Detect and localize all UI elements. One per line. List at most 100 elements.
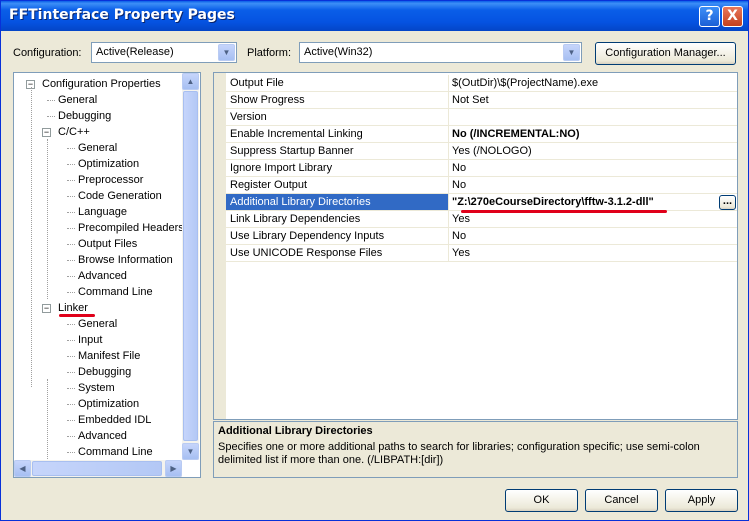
tree-item[interactable]: General: [78, 140, 117, 156]
tree-connector: [67, 148, 75, 149]
tree-connector: [67, 356, 75, 357]
platform-dropdown[interactable]: Active(Win32) ▼: [299, 42, 582, 63]
scroll-up-icon[interactable]: ▲: [182, 73, 199, 90]
scroll-down-icon[interactable]: ▼: [182, 443, 199, 460]
column-divider: [448, 109, 449, 126]
tree-item[interactable]: Manifest File: [78, 348, 140, 364]
configuration-label: Configuration:: [13, 47, 82, 59]
scroll-left-icon[interactable]: ◀: [14, 460, 31, 477]
tree-item[interactable]: Language: [78, 204, 127, 220]
tree-horizontal-scrollbar[interactable]: ◀ ▶: [14, 460, 182, 477]
property-row[interactable]: Use Library Dependency Inputs No: [226, 228, 737, 245]
tree-connector: [67, 388, 75, 389]
description-panel: Additional Library Directories Specifies…: [213, 421, 738, 478]
tree-connector: [67, 340, 75, 341]
tree-item[interactable]: Debugging: [78, 364, 131, 380]
help-button[interactable]: ?: [699, 6, 720, 27]
tree-connector: [67, 452, 75, 453]
tree-item-label: Debugging: [58, 110, 112, 122]
scrollbar-thumb[interactable]: [183, 91, 198, 441]
tree-item[interactable]: General: [58, 92, 97, 108]
tree-item-label: Browse Information: [78, 254, 173, 266]
property-value[interactable]: Not Set: [452, 94, 489, 106]
tree-connector: [67, 420, 75, 421]
tree-item[interactable]: Browse Information: [78, 252, 173, 268]
tree-connector: [47, 100, 55, 101]
property-row[interactable]: Suppress Startup Banner Yes (/NOLOGO): [226, 143, 737, 160]
title-bar[interactable]: FFTinterface Property Pages ? X: [1, 1, 748, 31]
tree-item[interactable]: Embedded IDL: [78, 412, 151, 428]
tree-item-label: C/C++: [58, 126, 90, 138]
tree-item[interactable]: Configuration Properties: [42, 76, 161, 92]
apply-button[interactable]: Apply: [665, 489, 738, 512]
description-text: Specifies one or more additional paths t…: [218, 441, 700, 466]
scroll-right-icon[interactable]: ▶: [165, 460, 182, 477]
tree-item[interactable]: Optimization: [78, 156, 139, 172]
tree-item-label: General: [78, 142, 118, 154]
property-row[interactable]: Enable Incremental Linking No (/INCREMENT…: [226, 126, 737, 143]
tree-connector: [67, 196, 75, 197]
column-divider: [448, 177, 449, 194]
property-row[interactable]: Version: [226, 109, 737, 126]
tree-connector: [47, 116, 55, 117]
tree-item[interactable]: Command Line: [78, 444, 153, 460]
property-row[interactable]: Ignore Import Library No: [226, 160, 737, 177]
column-divider: [448, 143, 449, 160]
tree-vertical-scrollbar[interactable]: ▲ ▼: [182, 73, 199, 460]
tree-item[interactable]: Command Line: [78, 284, 153, 300]
property-row[interactable]: Output File $(OutDir)\$(ProjectName).exe: [226, 75, 737, 92]
tree-item-label: Input: [78, 334, 103, 346]
tree-connector: [67, 292, 75, 293]
chevron-down-icon[interactable]: ▼: [218, 44, 235, 61]
tree-item[interactable]: Advanced: [78, 268, 127, 284]
tree-item-label: Advanced: [78, 270, 127, 282]
tree-connector: [67, 276, 75, 277]
tree-item[interactable]: Code Generation: [78, 188, 162, 204]
column-divider: [448, 228, 449, 245]
tree-item-label: Language: [78, 206, 127, 218]
tree-item[interactable]: C/C++: [58, 124, 90, 140]
property-row[interactable]: Register Output No: [226, 177, 737, 194]
tree-item[interactable]: General: [78, 316, 117, 332]
property-name: Ignore Import Library: [230, 162, 333, 174]
property-value[interactable]: No: [452, 179, 466, 191]
property-value[interactable]: Yes (/NOLOGO): [452, 145, 532, 157]
collapse-icon[interactable]: −: [42, 128, 51, 137]
property-value[interactable]: Yes: [452, 213, 470, 225]
tree-item[interactable]: Optimization: [78, 396, 139, 412]
tree-item[interactable]: System: [78, 380, 115, 396]
property-value[interactable]: No (/INCREMENTAL:NO): [452, 128, 580, 140]
property-row[interactable]: Link Library Dependencies Yes: [226, 211, 737, 228]
property-value[interactable]: No: [452, 230, 466, 242]
chevron-down-icon[interactable]: ▼: [563, 44, 580, 61]
tree-connector: [67, 164, 75, 165]
property-row[interactable]: Use UNICODE Response Files Yes: [226, 245, 737, 262]
tree-item-label: Embedded IDL: [78, 414, 152, 426]
tree-item[interactable]: Input: [78, 332, 102, 348]
collapse-icon[interactable]: −: [42, 304, 51, 313]
property-value[interactable]: $(OutDir)\$(ProjectName).exe: [452, 77, 598, 89]
tree-connector: [31, 87, 32, 387]
ok-button[interactable]: OK: [505, 489, 578, 512]
property-value[interactable]: "Z:\270eCourseDirectory\fftw-3.1.2-dll": [452, 196, 654, 208]
configuration-dropdown[interactable]: Active(Release) ▼: [91, 42, 237, 63]
tree-item[interactable]: Debugging: [58, 108, 111, 124]
browse-ellipsis-button[interactable]: ...: [719, 195, 736, 210]
property-row[interactable]: Additional Library Directories "Z:\270eCo…: [226, 194, 737, 211]
configuration-manager-button[interactable]: Configuration Manager...: [595, 42, 736, 65]
property-grid: Output File $(OutDir)\$(ProjectName).exe S…: [213, 72, 738, 420]
cancel-button[interactable]: Cancel: [585, 489, 658, 512]
close-button[interactable]: X: [722, 6, 743, 27]
window-title: FFTinterface Property Pages: [9, 7, 235, 23]
tree-connector: [67, 244, 75, 245]
scrollbar-thumb[interactable]: [32, 461, 162, 476]
tree-item[interactable]: Preprocessor: [78, 172, 143, 188]
property-name: Use Library Dependency Inputs: [230, 230, 385, 242]
property-value[interactable]: Yes: [452, 247, 470, 259]
property-value[interactable]: No: [452, 162, 466, 174]
tree-item[interactable]: Output Files: [78, 236, 137, 252]
tree-item[interactable]: Advanced: [78, 428, 127, 444]
property-row[interactable]: Show Progress Not Set: [226, 92, 737, 109]
tree-item[interactable]: Precompiled Headers: [78, 220, 184, 236]
column-divider: [448, 245, 449, 262]
